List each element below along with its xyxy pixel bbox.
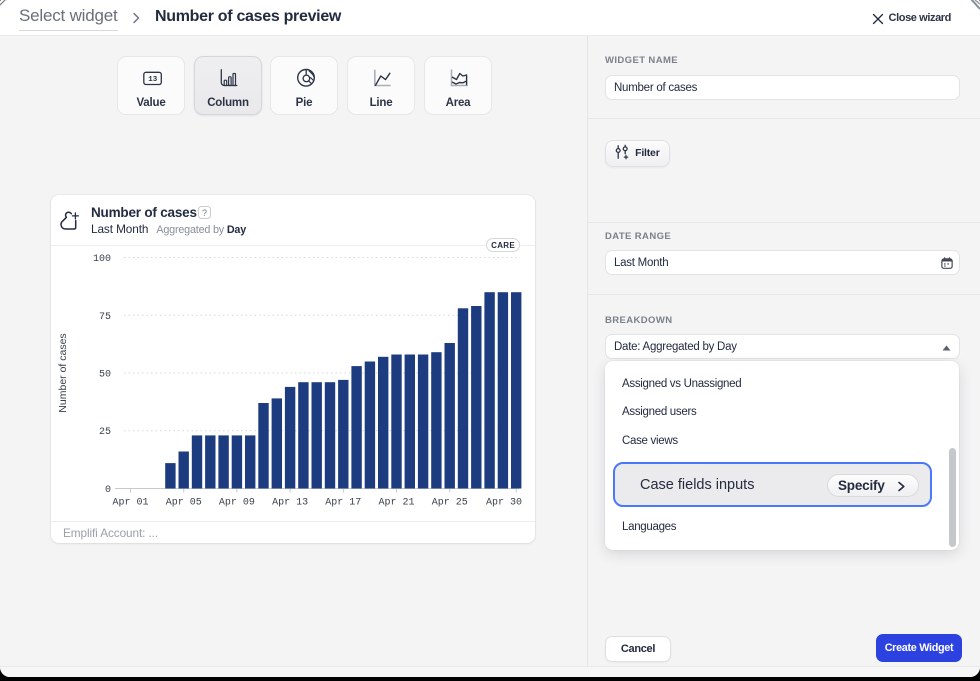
svg-text:Apr 21: Apr 21	[378, 498, 414, 509]
svg-text:100: 100	[93, 254, 111, 265]
svg-text:75: 75	[99, 312, 111, 323]
svg-text:Apr 17: Apr 17	[325, 498, 361, 509]
svg-text:25: 25	[99, 427, 111, 438]
svg-text:Apr 05: Apr 05	[166, 498, 202, 509]
svg-text:Apr 13: Apr 13	[272, 498, 308, 509]
svg-text:Apr 25: Apr 25	[432, 498, 468, 509]
svg-text:Apr 01: Apr 01	[112, 498, 148, 509]
svg-text:50: 50	[99, 370, 111, 381]
svg-text:Apr 09: Apr 09	[219, 498, 255, 509]
svg-text:Number of cases: Number of cases	[57, 333, 69, 412]
svg-text:13: 13	[148, 76, 158, 84]
svg-text:Apr 30: Apr 30	[486, 498, 522, 509]
svg-text:0: 0	[105, 485, 111, 496]
